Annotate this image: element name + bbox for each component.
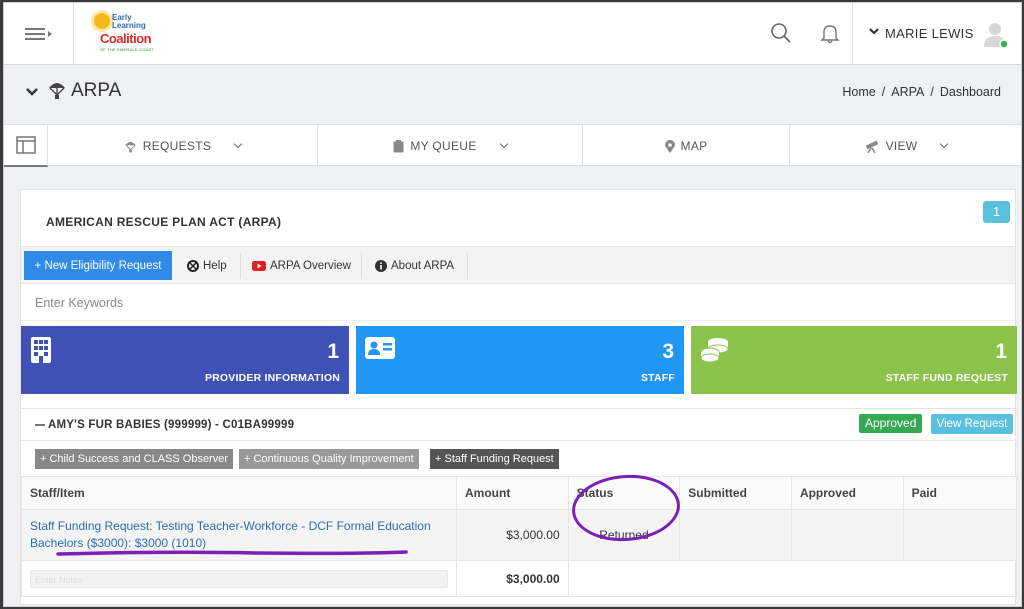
keyword-search: [21, 286, 1015, 321]
toolbar-divider: [361, 253, 362, 279]
parachute-icon: [49, 83, 65, 99]
info-circle-icon: [375, 259, 387, 272]
caret-right-icon: [48, 31, 52, 37]
col-header-staff-item: Staff/Item: [21, 476, 457, 510]
lifebuoy-icon: [187, 259, 199, 272]
card-provider-information[interactable]: 1 PROVIDER INFORMATION: [21, 326, 349, 394]
top-bar: Early Learning Coalition OF THE EMERALD …: [4, 3, 1021, 65]
card-staff[interactable]: 3 STAFF: [356, 326, 684, 394]
telescope-icon: [865, 140, 878, 153]
nav-my-queue[interactable]: MY QUEUE: [318, 125, 583, 167]
col-header-submitted: Submitted: [679, 476, 792, 510]
chevron-down-icon: [499, 139, 508, 149]
toolbar-divider: [467, 253, 468, 279]
clipboard-icon: [393, 139, 404, 152]
hamburger-icon: [25, 25, 45, 43]
parachute-icon: [125, 141, 136, 152]
arpa-panel: AMERICAN RESCUE PLAN ACT (ARPA) 1 + New …: [20, 189, 1018, 605]
chevron-down-icon: [233, 139, 243, 149]
nav-view[interactable]: VIEW: [790, 125, 1021, 167]
breadcrumb-dashboard: Dashboard: [939, 85, 1001, 99]
card-value: 3: [662, 340, 674, 363]
card-staff-fund-request[interactable]: 1 STAFF FUND REQUEST: [691, 326, 1017, 394]
user-name: MARIE LEWIS: [885, 26, 974, 41]
new-eligibility-request-button[interactable]: + New Eligibility Request: [24, 251, 172, 280]
cell-amount: $3,000.00: [456, 509, 569, 561]
chevron-down-icon: [869, 28, 879, 35]
view-request-button[interactable]: View Request: [931, 414, 1013, 434]
notes-input[interactable]: Enter Notes: [30, 569, 448, 588]
id-card-icon: [365, 337, 395, 359]
card-label: STAFF: [640, 372, 675, 384]
cell-empty: [567, 560, 1018, 597]
building-icon: [31, 337, 51, 363]
breadcrumb-arpa[interactable]: ARPA: [891, 85, 924, 99]
cell-submitted: [679, 509, 792, 561]
map-pin-icon: [664, 139, 675, 153]
cell-paid: [902, 509, 1018, 561]
panel-toolbar: + New Eligibility Request Help ARPA Over…: [21, 246, 1015, 284]
page-title: ARPA: [71, 80, 122, 101]
main-nav: REQUESTS MY QUEUE MAP VIEW: [4, 124, 1021, 167]
cell-total: $3,000.00: [456, 560, 569, 597]
collapse-minus-icon[interactable]: [35, 423, 45, 426]
app-frame: Early Learning Coalition OF THE EMERALD …: [3, 2, 1022, 607]
tag-staff-funding[interactable]: + Staff Funding Request: [430, 449, 559, 469]
nav-map[interactable]: MAP: [583, 125, 790, 167]
avatar: [984, 23, 1009, 49]
table-row: Staff Funding Request: Testing Teacher-W…: [21, 509, 1018, 561]
about-arpa-button[interactable]: About ARPA: [367, 251, 462, 280]
youtube-icon: [252, 260, 266, 271]
nav-requests[interactable]: REQUESTS: [48, 125, 318, 167]
col-header-status: Status: [567, 476, 681, 510]
breadcrumb-home[interactable]: Home: [842, 85, 875, 99]
count-badge: 1: [983, 201, 1010, 223]
cell-notes: Enter Notes: [21, 560, 457, 597]
status-badge: Approved: [859, 414, 923, 433]
coalition-logo[interactable]: Early Learning Coalition OF THE EMERALD …: [92, 11, 158, 57]
tag-row: + Child Success and CLASS Observer + Con…: [21, 440, 1017, 476]
search-icon[interactable]: [770, 22, 792, 44]
cell-item: Staff Funding Request: Testing Teacher-W…: [21, 509, 457, 561]
tag-child-success[interactable]: + Child Success and CLASS Observer: [35, 449, 234, 469]
dashboard-layout-button[interactable]: [4, 125, 48, 167]
provider-name[interactable]: AMY'S FUR BABIES (999999) - C01BA99999: [35, 419, 294, 431]
chevron-down-icon: [940, 139, 949, 149]
card-value: 1: [327, 340, 339, 363]
request-link[interactable]: Staff Funding Request: Testing Teacher-W…: [30, 519, 431, 550]
panel-title: AMERICAN RESCUE PLAN ACT (ARPA): [46, 215, 282, 229]
tag-continuous-quality[interactable]: + Continuous Quality Improvement: [239, 449, 419, 469]
card-label: STAFF FUND REQUEST: [885, 372, 1008, 384]
sun-icon: [94, 13, 110, 29]
card-label: PROVIDER INFORMATION: [204, 372, 340, 384]
arpa-overview-button[interactable]: ARPA Overview: [244, 251, 359, 280]
card-value: 1: [995, 340, 1007, 363]
toolbar-divider: [240, 253, 241, 279]
provider-section: AMY'S FUR BABIES (999999) - C01BA99999 A…: [21, 408, 1018, 605]
breadcrumb: Home / ARPA / Dashboard: [842, 85, 1001, 99]
page-header: ARPA Home / ARPA / Dashboard: [4, 66, 1021, 124]
collapse-chevron-icon[interactable]: [26, 88, 38, 97]
cell-approved: [790, 509, 904, 561]
panel-header: AMERICAN RESCUE PLAN ACT (ARPA) 1: [21, 190, 1015, 246]
keyword-input[interactable]: [21, 286, 1015, 320]
menu-toggle-button[interactable]: [4, 3, 74, 65]
provider-header: AMY'S FUR BABIES (999999) - C01BA99999 A…: [21, 409, 1017, 440]
user-menu[interactable]: MARIE LEWIS: [852, 3, 1021, 65]
table-header-row: Staff/Item Amount Status Submitted Appro…: [21, 476, 1018, 510]
col-header-approved: Approved: [790, 476, 904, 510]
table-total-row: Enter Notes $3,000.00: [21, 560, 1018, 597]
layout-icon: [15, 136, 36, 154]
col-header-amount: Amount: [456, 476, 569, 510]
help-button[interactable]: Help: [179, 251, 235, 280]
coins-icon: [700, 338, 729, 363]
bell-icon[interactable]: [819, 22, 841, 44]
cell-status: Returned: [567, 509, 681, 561]
request-table: Staff/Item Amount Status Submitted Appro…: [21, 476, 1018, 597]
col-header-paid: Paid: [902, 476, 1018, 510]
